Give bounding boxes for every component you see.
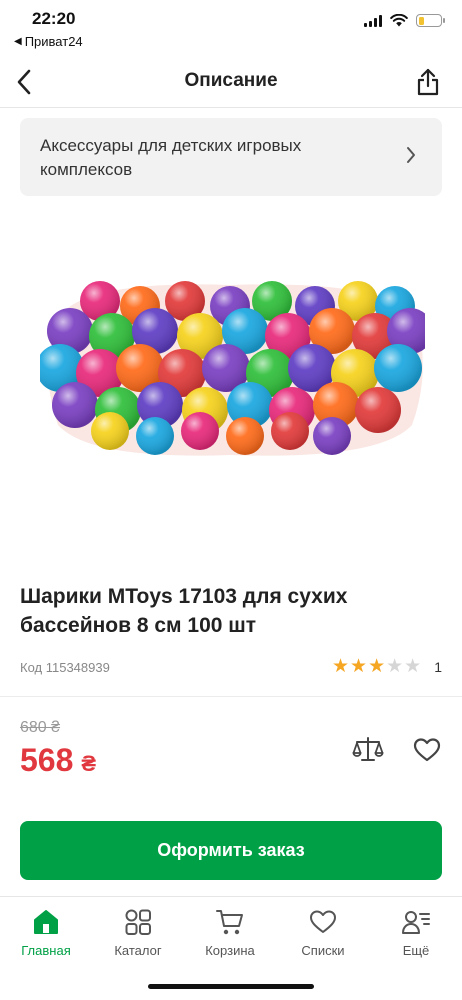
ball-shine <box>374 344 422 392</box>
ball-shine <box>136 417 174 455</box>
share-button[interactable] <box>410 64 446 100</box>
divider <box>0 696 462 697</box>
price-value: 568 <box>20 742 74 778</box>
price-currency: ₴ <box>81 751 97 776</box>
status-bar: 22:20 ◀ Приват24 <box>0 0 462 52</box>
home-indicator <box>148 984 314 989</box>
wishlist-button[interactable] <box>409 732 445 768</box>
ball-shine <box>181 412 219 450</box>
app-header: Описание <box>0 56 462 108</box>
ball-shine <box>313 417 351 455</box>
chevron-right-icon <box>407 147 415 163</box>
nav-label: Ещё <box>402 943 430 958</box>
nav-label: Списки <box>301 943 345 958</box>
ball-shine <box>226 417 264 455</box>
balls-cluster <box>40 281 425 456</box>
ball-shine <box>355 387 401 433</box>
compare-button[interactable] <box>350 732 386 768</box>
nav-label: Корзина <box>205 943 255 958</box>
page-title: Описание <box>184 70 278 91</box>
nav-item-lists[interactable]: Списки <box>283 907 363 961</box>
catalog-grid-icon <box>125 909 151 935</box>
cellular-signal-icon <box>364 14 382 27</box>
ball-shine <box>52 382 98 428</box>
home-icon <box>34 910 58 934</box>
star-icon: ★ <box>404 656 422 677</box>
rating[interactable]: ★ ★ ★ ★ ★ 1 <box>332 657 442 676</box>
battery-level <box>418 16 424 25</box>
wifi-icon <box>390 14 408 27</box>
nav-label: Главная <box>21 943 71 958</box>
category-breadcrumb[interactable]: Аксессуары для детских игровых комплексо… <box>20 118 442 196</box>
back-app-label: Приват24 <box>24 34 83 49</box>
ball-shine <box>271 412 309 450</box>
product-title: Шарики MToys 17103 для сухих бассейнов 8… <box>20 585 348 637</box>
battery-icon <box>416 14 445 27</box>
nav-item-more[interactable]: Ещё <box>376 907 456 961</box>
reviews-count: 1 <box>434 658 442 675</box>
nav-item-catalog[interactable]: Каталог <box>98 907 178 961</box>
ball-shine <box>91 412 129 450</box>
back-to-app-link[interactable]: ◀ Приват24 <box>14 34 83 49</box>
category-label: Аксессуары для детских игровых комплексо… <box>40 136 302 179</box>
product-code: Код 115348939 <box>20 660 110 675</box>
share-icon <box>417 68 439 96</box>
status-icons <box>364 14 445 27</box>
heart-icon <box>310 910 336 933</box>
star-icon: ★ <box>368 656 386 677</box>
heart-icon <box>413 738 441 762</box>
nav-item-home[interactable]: Главная <box>6 907 86 961</box>
scales-icon <box>352 737 384 761</box>
user-menu-icon <box>402 911 430 934</box>
current-price: 568 ₴ <box>20 742 96 779</box>
star-icon: ★ <box>331 656 350 677</box>
back-triangle-icon: ◀ <box>14 36 22 47</box>
star-icon: ★ <box>386 656 404 677</box>
status-time: 22:20 <box>32 9 76 28</box>
old-price: 680 ₴ <box>20 719 61 736</box>
nav-label: Каталог <box>114 943 162 958</box>
nav-item-cart[interactable]: Корзина <box>190 907 270 961</box>
order-button[interactable]: Оформить заказ <box>20 821 442 880</box>
cart-icon <box>216 910 243 935</box>
star-icon: ★ <box>350 656 368 677</box>
product-image[interactable] <box>40 275 425 460</box>
